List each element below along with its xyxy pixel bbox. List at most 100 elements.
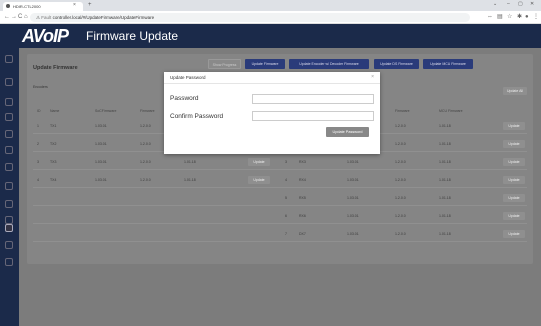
row-update-button[interactable]: Update	[503, 158, 525, 166]
cell-id: 4	[285, 178, 287, 182]
sidebar-group-icon[interactable]	[5, 200, 13, 208]
row-update-button[interactable]: Update	[503, 176, 525, 184]
reload-button[interactable]: C	[18, 13, 22, 21]
tab-close-icon[interactable]: ×	[73, 3, 76, 8]
sidebar-routing-icon[interactable]	[5, 146, 13, 154]
new-tab-button[interactable]: +	[88, 2, 92, 9]
cell-name: TX2	[50, 142, 57, 146]
cell-firmware: 1.2.0.0	[140, 142, 151, 146]
security-label: Fault	[41, 15, 52, 20]
password-input[interactable]	[252, 94, 374, 104]
cell-firmware: 1.2.0.0	[140, 178, 151, 182]
share-icon[interactable]: ⇔	[487, 13, 493, 21]
col-firmware: Firmware	[140, 109, 155, 113]
sidebar-audio-icon[interactable]	[5, 130, 13, 138]
confirm-password-label: Confirm Password	[170, 113, 224, 120]
cell-firmware: 1.2.0.0	[395, 142, 406, 146]
row-update-button[interactable]: Update	[503, 230, 525, 238]
extension-icon[interactable]: ✱	[517, 13, 522, 21]
show-progress-button[interactable]: Show Progress	[208, 59, 241, 69]
cell-name: TX3	[50, 160, 57, 164]
row-update-button[interactable]: Update	[503, 122, 525, 130]
back-button[interactable]: ←	[4, 13, 10, 21]
update-encoder-decoder-button[interactable]: Update Encoder w/ Decoder Firmware	[289, 59, 369, 69]
sidebar-settings-icon[interactable]	[5, 98, 13, 106]
cell-name: RX5	[299, 196, 306, 200]
cell-name: TX1	[50, 124, 57, 128]
address-bar: ← → C ⌂ ⚠ Fault controller.local/#/Updat…	[0, 11, 541, 24]
cell-name: RX3	[299, 160, 306, 164]
update-password-button[interactable]: Update Password	[326, 127, 369, 137]
cell-soc: 1.03.01	[95, 178, 107, 182]
home-button[interactable]: ⌂	[24, 13, 28, 21]
cell-mcu: 1.01.18	[439, 178, 451, 182]
row-divider	[33, 223, 527, 224]
sidebar-network-icon[interactable]	[5, 163, 13, 171]
sidebar-display-icon[interactable]	[5, 182, 13, 190]
row-update-button[interactable]: Update	[503, 194, 525, 202]
dialog-header: Update Password ×	[164, 72, 380, 84]
update-ds-firmware-button[interactable]: Update DS Firmware	[374, 59, 419, 69]
confirm-password-input[interactable]	[252, 111, 374, 121]
col-firmware-right: Firmware	[395, 109, 410, 113]
row-divider	[33, 187, 527, 188]
url-field[interactable]: ⚠ Fault controller.local/#/UpdateFirmwar…	[30, 13, 470, 22]
close-window-button[interactable]: ✕	[530, 1, 534, 7]
row-update-button[interactable]: Update	[248, 176, 270, 184]
cell-soc: 1.03.01	[347, 196, 359, 200]
minimize-button[interactable]: –	[507, 1, 510, 7]
account-icon[interactable]: ⌄	[493, 1, 497, 7]
browser-tabstrip: HDIR-CTL2000 × + ⌄ – ▢ ✕	[0, 0, 541, 11]
cell-mcu: 1.01.18	[184, 160, 196, 164]
col-name: Name	[50, 109, 60, 113]
cell-soc: 1.03.01	[347, 232, 359, 236]
sidebar-logout-icon[interactable]	[5, 258, 13, 266]
sidebar-video-icon[interactable]	[5, 113, 13, 121]
bookmark-icon[interactable]: ☆	[507, 13, 512, 21]
sidebar-dashboard-icon[interactable]	[5, 78, 13, 86]
cell-firmware: 1.2.0.0	[395, 160, 406, 164]
cell-mcu: 1.01.18	[184, 178, 196, 182]
row-update-button[interactable]: Update	[503, 140, 525, 148]
update-mcu-firmware-button[interactable]: Update MCU Firmware	[423, 59, 473, 69]
cell-mcu: 1.01.18	[439, 214, 451, 218]
cell-id: 5	[285, 196, 287, 200]
tab-title: HDIR-CTL2000	[13, 4, 41, 9]
maximize-button[interactable]: ▢	[518, 1, 523, 7]
cell-name: RX4	[299, 178, 306, 182]
browser-tab[interactable]: HDIR-CTL2000 ×	[3, 2, 83, 11]
cell-mcu: 1.01.18	[439, 196, 451, 200]
row-update-button[interactable]: Update	[248, 158, 270, 166]
update-all-button[interactable]: Update All	[503, 87, 527, 95]
cell-id: 2	[37, 142, 39, 146]
menu-icon[interactable]: ⋮	[533, 13, 539, 21]
row-update-button[interactable]: Update	[503, 212, 525, 220]
forward-button[interactable]: →	[11, 13, 17, 21]
sidebar-firmware-icon[interactable]	[5, 224, 13, 232]
col-id: ID	[37, 109, 41, 113]
cell-mcu: 1.01.18	[439, 142, 451, 146]
cell-firmware: 1.2.0.0	[395, 124, 406, 128]
cell-soc: 1.03.01	[347, 214, 359, 218]
tab-encoders[interactable]: Encoders	[33, 85, 48, 89]
translate-icon[interactable]: ▤	[497, 13, 503, 21]
cell-id: 3	[285, 160, 287, 164]
col-soc-firmware: SoCFirmware	[95, 109, 117, 113]
cell-mcu: 1.01.18	[439, 124, 451, 128]
cell-firmware: 1.2.0.0	[395, 196, 406, 200]
cell-soc: 1.03.01	[347, 178, 359, 182]
close-icon[interactable]: ×	[371, 74, 374, 80]
update-firmware-button[interactable]: Update Firmware	[245, 59, 285, 69]
cell-firmware: 1.2.0.0	[395, 214, 406, 218]
cell-id: 4	[37, 178, 39, 182]
cell-firmware: 1.2.0.0	[395, 232, 406, 236]
sidebar-tools-icon[interactable]	[5, 241, 13, 249]
sidebar-user-icon[interactable]	[5, 216, 13, 224]
profile-icon[interactable]: ●	[525, 13, 529, 21]
sidebar-power-icon[interactable]	[5, 55, 13, 63]
panel-title: Update Firmware	[33, 65, 78, 71]
cell-name: TX4	[50, 178, 57, 182]
cell-mcu: 1.01.18	[439, 232, 451, 236]
row-divider	[33, 205, 527, 206]
update-password-dialog: Update Password × Password Confirm Passw…	[164, 72, 380, 154]
